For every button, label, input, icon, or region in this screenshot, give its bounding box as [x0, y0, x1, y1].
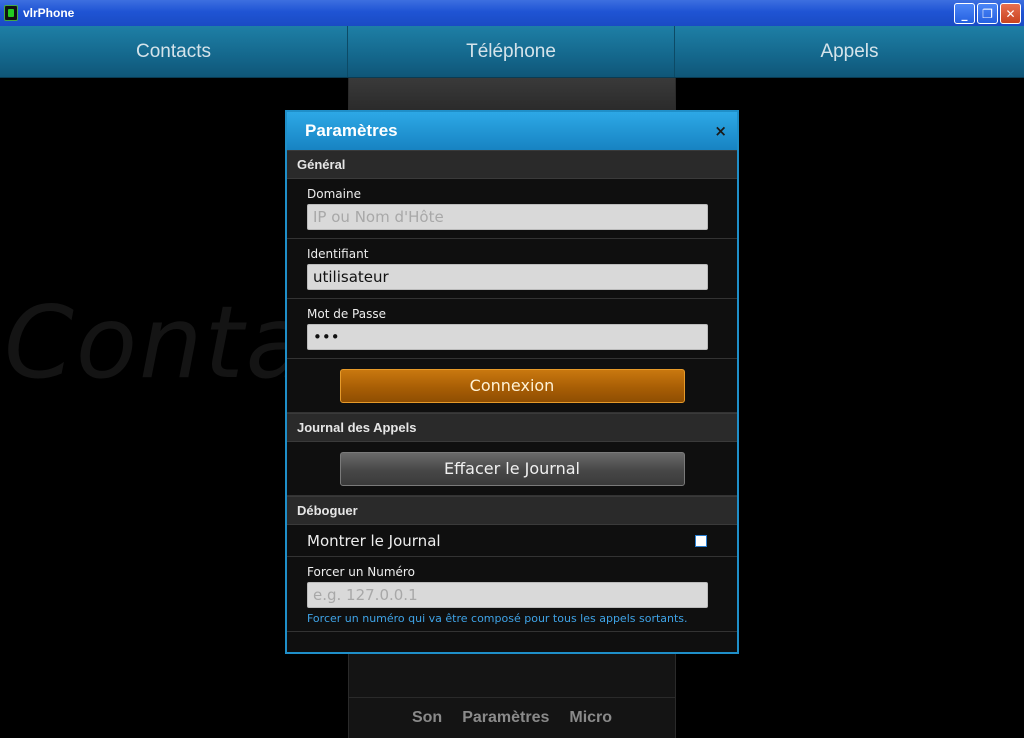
identifier-row: Identifiant utilisateur — [287, 239, 737, 299]
section-call-log: Journal des Appels — [287, 413, 737, 442]
force-number-hint: Forcer un numéro qui va être composé pou… — [307, 612, 688, 625]
identifier-label: Identifiant — [307, 247, 369, 261]
section-debug: Déboguer — [287, 496, 737, 525]
main-tabs: Contacts Téléphone Appels — [0, 26, 1024, 78]
password-row: Mot de Passe ••• — [287, 299, 737, 359]
parametres-button[interactable]: Paramètres — [462, 709, 549, 727]
force-number-row: Forcer un Numéro e.g. 127.0.0.1 Forcer u… — [287, 557, 737, 632]
connect-button[interactable]: Connexion — [339, 368, 685, 403]
window-controls: _ ❐ ✕ — [954, 3, 1021, 24]
settings-dialog: Paramètres × Général Domaine IP ou Nom d… — [285, 110, 739, 654]
micro-button[interactable]: Micro — [569, 709, 612, 727]
window-title: vlrPhone — [23, 6, 75, 20]
app-phone-icon — [4, 5, 18, 21]
minimize-button[interactable]: _ — [954, 3, 975, 24]
password-input[interactable]: ••• — [307, 324, 708, 350]
tab-telephone[interactable]: Téléphone — [348, 26, 675, 77]
show-log-checkbox[interactable] — [695, 534, 707, 547]
son-button[interactable]: Son — [412, 709, 442, 727]
close-window-button[interactable]: ✕ — [1000, 3, 1021, 24]
restore-button[interactable]: ❐ — [977, 3, 998, 24]
window-titlebar: vlrPhone _ ❐ ✕ — [0, 0, 1024, 26]
clear-log-button[interactable]: Effacer le Journal — [339, 451, 685, 486]
domain-input[interactable]: IP ou Nom d'Hôte — [307, 204, 708, 230]
identifier-input[interactable]: utilisateur — [307, 264, 708, 290]
show-log-row: Montrer le Journal — [287, 525, 737, 557]
tab-appels[interactable]: Appels — [675, 26, 1024, 77]
domain-label: Domaine — [307, 187, 361, 201]
section-general: Général — [287, 150, 737, 179]
force-number-input[interactable]: e.g. 127.0.0.1 — [307, 582, 708, 608]
bottom-toolbar: Son Paramètres Micro — [348, 697, 676, 738]
password-label: Mot de Passe — [307, 307, 386, 321]
force-number-label: Forcer un Numéro — [307, 565, 415, 579]
close-icon[interactable]: × — [714, 122, 727, 140]
show-log-label: Montrer le Journal — [307, 531, 441, 550]
connect-row: Connexion — [287, 359, 737, 413]
tab-contacts[interactable]: Contacts — [0, 26, 348, 77]
background-watermark: Conta — [4, 284, 309, 401]
dialog-title: Paramètres — [305, 121, 398, 140]
domain-row: Domaine IP ou Nom d'Hôte — [287, 179, 737, 239]
clear-log-row: Effacer le Journal — [287, 442, 737, 496]
dialog-header: Paramètres × — [287, 112, 737, 150]
